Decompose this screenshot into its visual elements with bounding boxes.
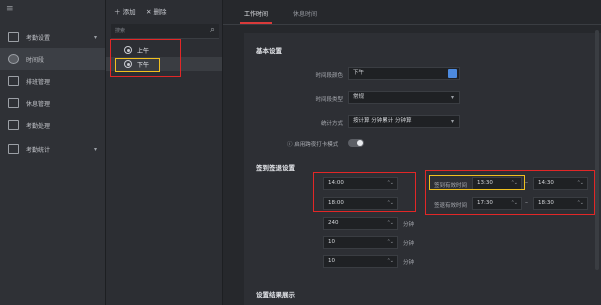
tab-rest-time[interactable]: 休息时间 (293, 9, 317, 18)
delete-button[interactable]: ✕ 删除 (146, 6, 167, 16)
field-value: 下午 (353, 70, 365, 76)
overnight-label: ⓘ 启用跨夜打卡模式 (287, 142, 339, 148)
field-value: 按计算 分钟累计 分钟算 (353, 118, 412, 124)
field-label: 时间段颜色 (315, 73, 343, 79)
sidebar-item-label: 考勤设置 (26, 34, 51, 42)
sidebar-item-label: 排班管理 (26, 78, 51, 86)
clock-icon (8, 54, 19, 64)
search-icon[interactable]: ⌕ (210, 25, 215, 35)
section-title-checkin: 签到签退设置 (256, 164, 295, 172)
calendar-icon (8, 76, 19, 86)
early-leave-input[interactable]: 10 (323, 255, 398, 268)
highlight-box (313, 172, 416, 212)
sidebar-item-label: 时间段 (26, 56, 45, 64)
document-icon (8, 120, 19, 130)
scrollbar[interactable] (595, 30, 599, 270)
type-select[interactable]: 常规 (348, 91, 460, 104)
tab-work-time[interactable]: 工作时间 (244, 9, 268, 18)
chevron-down-icon: ▾ (93, 145, 97, 153)
unit-label: 分钟 (403, 260, 415, 266)
sidebar-item-time-period[interactable]: 时间段 (0, 48, 105, 70)
tab-active-indicator (240, 22, 272, 24)
color-swatch[interactable] (448, 69, 457, 78)
field-label: 时间段类型 (315, 97, 343, 103)
field-value: 240 (328, 220, 339, 226)
chart-icon (8, 144, 19, 154)
menu-icon[interactable]: ≡ (6, 4, 14, 14)
search-placeholder: 搜索 (115, 28, 126, 34)
tab-divider (223, 24, 601, 25)
sidebar-item-label: 休息管理 (26, 100, 51, 108)
unit-label: 分钟 (403, 241, 415, 247)
unit-label: 分钟 (403, 222, 415, 228)
sidebar-item-statistics[interactable]: 考勤统计 ▾ (0, 138, 105, 160)
overnight-toggle[interactable] (348, 139, 364, 147)
sidebar-item-label: 考勤处理 (26, 122, 51, 130)
sidebar-item-scheduling[interactable]: 排班管理 (0, 70, 105, 92)
section-title-basic: 基本设置 (256, 47, 282, 55)
search-input[interactable]: 搜索 ⌕ (111, 24, 219, 39)
field-label: 统计方式 (320, 121, 343, 127)
sidebar-item-rest[interactable]: 休息管理 (0, 92, 105, 114)
highlight-box (429, 175, 525, 190)
sidebar-item-processing[interactable]: 考勤处理 (0, 114, 105, 136)
chevron-down-icon: ▾ (93, 33, 97, 41)
color-name-field[interactable]: 下午 (348, 67, 460, 80)
sidebar-item-label: 考勤统计 (26, 146, 51, 154)
section-title-result: 设置结果展示 (256, 291, 295, 299)
calendar-icon (8, 98, 19, 108)
field-value: 10 (328, 239, 335, 245)
settings-icon (8, 32, 19, 42)
stat-method-select[interactable]: 按计算 分钟累计 分钟算 (348, 115, 460, 128)
sidebar-item-attendance-settings[interactable]: 考勤设置 ▾ (0, 26, 105, 48)
highlight-box (115, 58, 160, 72)
field-value: 常规 (353, 94, 365, 100)
calc-minutes-input[interactable]: 240 (323, 217, 398, 230)
field-value: 10 (328, 258, 335, 264)
add-button[interactable]: ＋ 添加 (114, 6, 136, 16)
late-allowed-input[interactable]: 10 (323, 236, 398, 249)
